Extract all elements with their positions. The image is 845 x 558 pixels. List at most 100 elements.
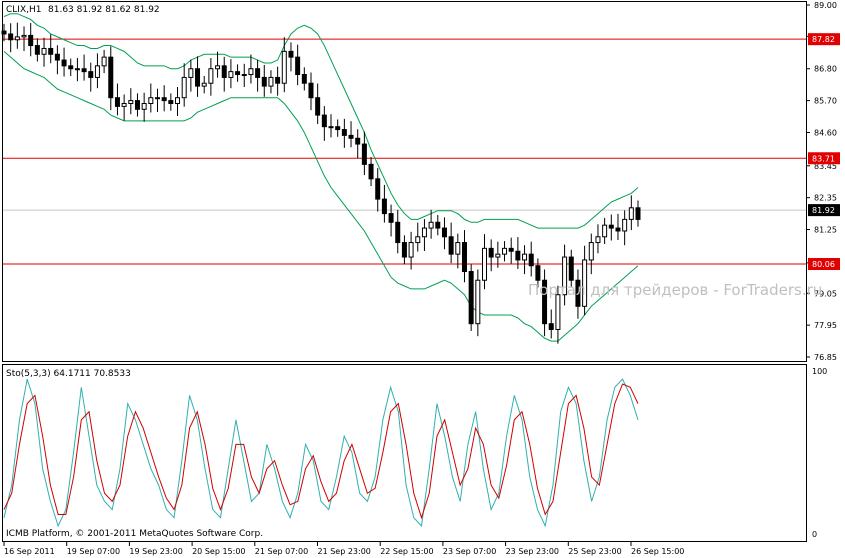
candle-body [261, 76, 267, 87]
candle-body [308, 82, 314, 99]
candle-body [114, 97, 120, 107]
candle-body [175, 97, 181, 105]
candle-body [535, 265, 541, 281]
time-tick-label: 22 Sep 15:00 [380, 547, 433, 556]
candle-body [248, 68, 254, 76]
chart-canvas[interactable]: 89.0087.9286.8085.7084.6083.4582.3581.25… [0, 0, 845, 558]
candle-body [421, 227, 427, 238]
price-tick-label: 89.00 [814, 1, 837, 10]
candle-body [61, 59, 67, 67]
candle-body [201, 82, 207, 87]
candle-body [34, 45, 40, 55]
candle-body [121, 103, 127, 107]
stoch-main-line [3, 378, 639, 528]
stochastic-lines [3, 378, 639, 528]
candle-body [48, 47, 54, 55]
candle-body [241, 74, 247, 77]
price-tick-label: 81.25 [814, 226, 837, 235]
candle-body [14, 36, 20, 41]
oscillator-panel-frame [2, 364, 807, 542]
candle-body [8, 33, 14, 41]
time-tick-label: 26 Sep 15:00 [631, 547, 684, 556]
stochastic-label: Sto(5,3,3) 64.1711 70.8533 [6, 369, 131, 379]
horizontal-lines [3, 38, 806, 265]
candle-body [375, 178, 381, 200]
candle-body [515, 250, 521, 261]
candle-body [522, 253, 528, 261]
candle-body [295, 56, 301, 76]
watermark: Портал для трейдеров - ForTraders.ru [528, 281, 822, 299]
candle-body [148, 97, 154, 105]
stoch-signal-line [3, 383, 639, 520]
candle-body [275, 76, 281, 84]
price-axis: 89.0087.9286.8085.7084.6083.4582.3581.25… [806, 1, 840, 362]
candle-body [401, 242, 407, 258]
time-tick-label: 25 Sep 23:00 [568, 547, 621, 556]
time-axis: 16 Sep 2011 19 Sep 07:00 19 Sep 23:00 20 Se… [3, 541, 684, 556]
candle-body [615, 227, 621, 232]
level-label: 83.71 [812, 154, 835, 163]
candle-body [188, 68, 194, 78]
candle-body [94, 65, 100, 78]
time-tick-label: 23 Sep 07:00 [443, 547, 496, 556]
time-tick-label: 19 Sep 23:00 [129, 547, 182, 556]
time-tick-label: 20 Sep 15:00 [192, 547, 245, 556]
candle-body [461, 242, 467, 273]
candle-body [408, 242, 414, 258]
candle-body [315, 97, 321, 116]
candle-body [468, 271, 474, 325]
candle-body [41, 47, 47, 55]
candle-body [181, 76, 187, 99]
candle-body [428, 221, 434, 229]
candle-body [215, 65, 221, 70]
candle-body [475, 279, 481, 325]
candle-body [628, 207, 634, 220]
candle-body [1, 30, 7, 35]
candle-body [502, 247, 508, 255]
time-tick-label: 23 Sep 23:00 [506, 547, 559, 556]
level-label: 80.06 [812, 260, 835, 269]
candle-body [88, 71, 94, 78]
stochastic-axis: 100 0 [812, 367, 827, 539]
footer-copyright: ICMB Platform, © 2001-2011 MetaQuotes So… [6, 529, 263, 539]
candle-body [168, 100, 174, 105]
candle-body [208, 68, 214, 84]
time-tick-label: 16 Sep 2011 [4, 547, 55, 556]
candle-body [154, 97, 160, 100]
candle-body [635, 207, 641, 220]
price-tick-label: 77.95 [814, 321, 837, 330]
candle-body [54, 53, 60, 61]
candle-body [221, 65, 227, 78]
candle-body [548, 323, 554, 330]
candle-body [28, 34, 34, 47]
candle-body [134, 100, 140, 110]
candle-body [508, 247, 514, 252]
candle-body [81, 68, 87, 73]
candle-body [588, 242, 594, 261]
candle-body [74, 68, 80, 71]
band-line [3, 13, 639, 229]
candle-body [101, 56, 107, 67]
stoch-tick-label: 100 [812, 367, 827, 376]
candle-body [361, 143, 367, 165]
candle-body [415, 236, 421, 244]
candle-body [441, 227, 447, 238]
candle-body [255, 68, 261, 78]
current-price-label: 81.92 [812, 206, 835, 215]
candle-body [161, 97, 167, 102]
candle-body [128, 100, 134, 105]
candle-body [435, 221, 441, 229]
candle-body [228, 71, 234, 78]
candle-body [235, 71, 241, 76]
candle-body [68, 65, 74, 70]
candle-body [268, 76, 274, 87]
candle-body [328, 126, 334, 129]
candle-body [528, 253, 534, 267]
price-tick-label: 85.70 [814, 97, 837, 106]
candle-body [395, 221, 401, 244]
candle-body [555, 294, 561, 330]
candle-body [141, 103, 147, 110]
candle-body [108, 56, 114, 99]
candle-body [195, 68, 201, 87]
time-tick-label: 21 Sep 23:00 [318, 547, 371, 556]
